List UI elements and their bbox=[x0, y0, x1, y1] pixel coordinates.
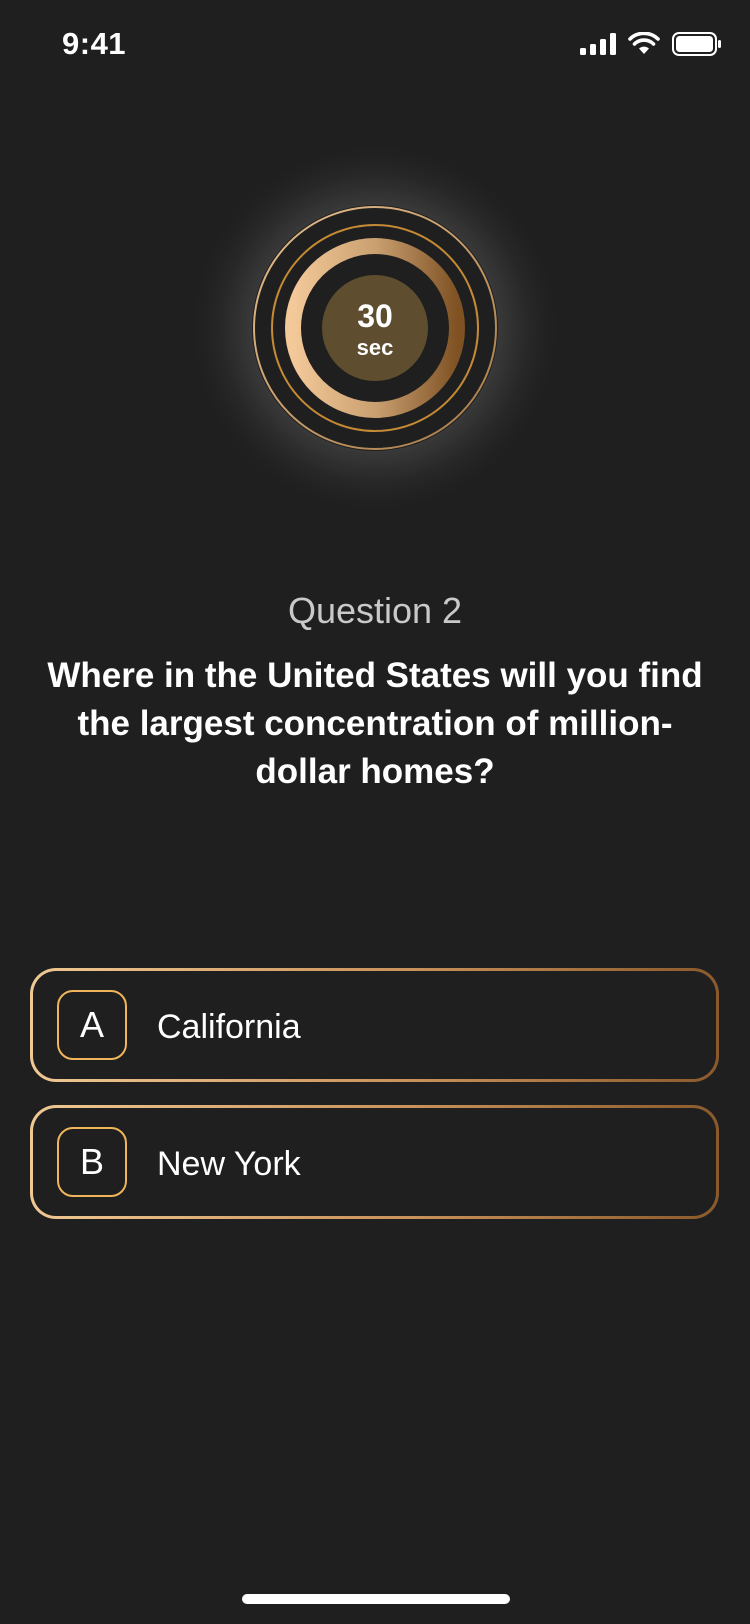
answer-letter-badge: B bbox=[57, 1127, 127, 1197]
answer-letter-badge: A bbox=[57, 990, 127, 1060]
answer-option-b[interactable]: B New York bbox=[30, 1105, 719, 1219]
home-indicator[interactable] bbox=[242, 1594, 510, 1604]
timer-value: 30 bbox=[357, 298, 393, 334]
wifi-icon bbox=[628, 32, 660, 54]
question-number: Question 2 bbox=[287, 590, 463, 631]
signal-icon bbox=[580, 33, 616, 55]
question-text: Where in the United States will you find… bbox=[47, 656, 703, 791]
countdown-timer: 30 sec bbox=[252, 205, 498, 451]
battery-icon bbox=[672, 32, 721, 56]
status-bar: 9:41 bbox=[0, 0, 750, 90]
status-icons bbox=[580, 32, 722, 56]
status-time: 9:41 bbox=[62, 26, 127, 61]
answer-label: California bbox=[157, 1008, 301, 1046]
timer-unit: sec bbox=[356, 335, 394, 360]
answer-option-a[interactable]: A California bbox=[30, 968, 719, 1082]
answer-label: New York bbox=[157, 1145, 301, 1183]
